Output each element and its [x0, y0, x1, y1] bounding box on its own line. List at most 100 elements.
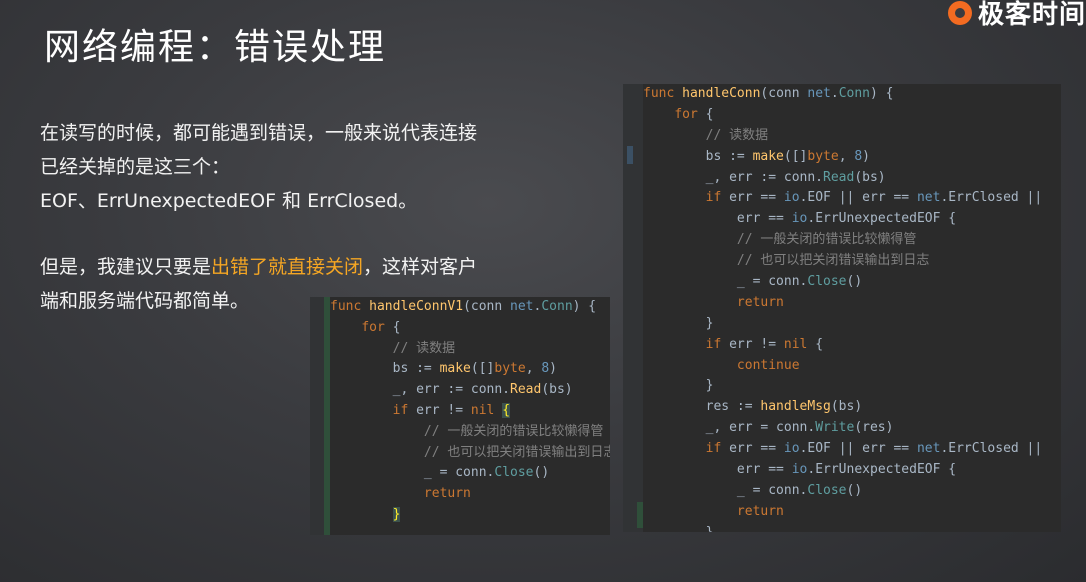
code-editor-handleconnv1: func handleConnV1(conn net.Conn) { for {… [310, 297, 610, 535]
code-line: for { [643, 105, 1061, 126]
code-token: make [439, 361, 471, 377]
brand-logo: 极客时间 [947, 0, 1086, 31]
code-line: _ = conn.Close() [330, 463, 610, 484]
code-token: } [643, 378, 714, 394]
code-token: if [705, 441, 722, 457]
code-token: io [791, 211, 808, 227]
code-line: res := handleMsg(bs) [643, 397, 1061, 418]
paragraph-line: EOF、ErrUnexpectedEOF 和 ErrClosed。 [40, 190, 418, 212]
code-token: if [392, 402, 409, 418]
code-token: net [916, 441, 941, 457]
code-token: io [791, 462, 808, 478]
paragraph-line: 但是，我建议只要是出错了就直接关闭，这样对客户 [40, 250, 560, 284]
code-token: _ = conn. [643, 482, 808, 498]
code-lines: func handleConnV1(conn net.Conn) { for {… [330, 297, 610, 526]
code-token: () [846, 482, 863, 498]
code-token: Conn [541, 299, 573, 314]
code-line: bs := make([]byte, 8) [643, 147, 1061, 168]
code-token: ([] [470, 361, 495, 377]
code-token: Close [807, 274, 847, 290]
code-token: (res) [854, 420, 894, 436]
code-token: (bs) [830, 399, 863, 415]
code-line: _, err := conn.Read(bs) [330, 380, 610, 401]
code-token: (conn [760, 86, 808, 101]
code-token: // 读数据 [705, 127, 769, 143]
code-token: err != [408, 402, 471, 418]
code-line: _ = conn.Close() [643, 481, 1061, 502]
paragraph-line: 在读写的时候，都可能遇到错误，一般来说代表连接 [40, 122, 478, 144]
code-token: ) { [572, 299, 597, 314]
code-line: func handleConnV1(conn net.Conn) { [330, 297, 610, 318]
advice-suffix: ，这样对客户 [363, 256, 478, 278]
code-token: // 读数据 [392, 340, 456, 356]
code-token: if [705, 190, 722, 206]
code-line: err == io.ErrUnexpectedEOF { [643, 209, 1061, 230]
code-token: (conn [463, 299, 511, 314]
code-token: handleConnV1 [369, 299, 464, 314]
code-line: } [643, 523, 1061, 532]
code-line: return [643, 502, 1061, 523]
code-token: net [510, 299, 534, 314]
code-token: // 一般关闭的错误比较懒得管 [423, 423, 604, 439]
code-line: if err == io.EOF || err == net.ErrClosed… [643, 188, 1061, 209]
code-token: for [674, 106, 698, 122]
code-token: { [502, 402, 511, 418]
code-token: Write [815, 420, 855, 436]
code-line: continue [643, 356, 1061, 377]
code-token: _ = conn. [330, 465, 495, 481]
code-token: Read [823, 169, 855, 185]
code-token: Conn [838, 86, 871, 101]
code-token: io [783, 441, 800, 457]
code-token: .ErrClosed || [940, 441, 1043, 457]
logo-icon [947, 0, 972, 25]
code-line: bs := make([]byte, 8) [330, 359, 610, 380]
code-line: _ = conn.Close() [643, 272, 1061, 293]
code-line: // 也可以把关闭错误输出到日志 [643, 251, 1061, 272]
code-token: _, err := conn. [643, 169, 824, 185]
code-line: for { [330, 318, 610, 339]
code-token: err != [721, 336, 784, 352]
code-token: bs := [643, 148, 753, 164]
code-token: handleConn [682, 86, 761, 101]
code-line: func handleConn(conn net.Conn) { [643, 84, 1061, 105]
code-token: Close [807, 482, 847, 498]
code-line: _, err = conn.Write(res) [643, 418, 1061, 439]
code-line: } [643, 376, 1061, 397]
code-token: } [392, 506, 401, 522]
code-token: Close [494, 465, 534, 481]
code-token: return [736, 294, 784, 310]
code-token: .ErrUnexpectedEOF { [807, 211, 957, 227]
code-token: { [697, 106, 714, 122]
code-token: } [643, 315, 714, 331]
code-token: } [643, 525, 714, 532]
code-token: 8 [854, 148, 863, 164]
code-token: .EOF || err == [799, 190, 917, 206]
code-token: nil [783, 336, 808, 352]
code-token: err == [721, 441, 784, 457]
code-lines: func handleConn(conn net.Conn) { for { /… [643, 84, 1061, 532]
code-token: err == [643, 211, 792, 227]
code-token: res := [643, 399, 761, 415]
code-line: // 读数据 [330, 339, 610, 360]
code-line: if err == io.EOF || err == net.ErrClosed… [643, 439, 1061, 460]
code-token: , [525, 361, 542, 377]
code-token: make [752, 148, 784, 164]
code-token: 8 [541, 361, 550, 377]
code-token: ([] [783, 148, 808, 164]
code-line: // 一般关闭的错误比较懒得管 [330, 422, 610, 443]
code-token: bs := [330, 361, 440, 377]
logo-text: 极客时间 [977, 0, 1086, 30]
code-token: { [384, 319, 401, 335]
code-token: // 一般关闭的错误比较懒得管 [736, 232, 917, 248]
